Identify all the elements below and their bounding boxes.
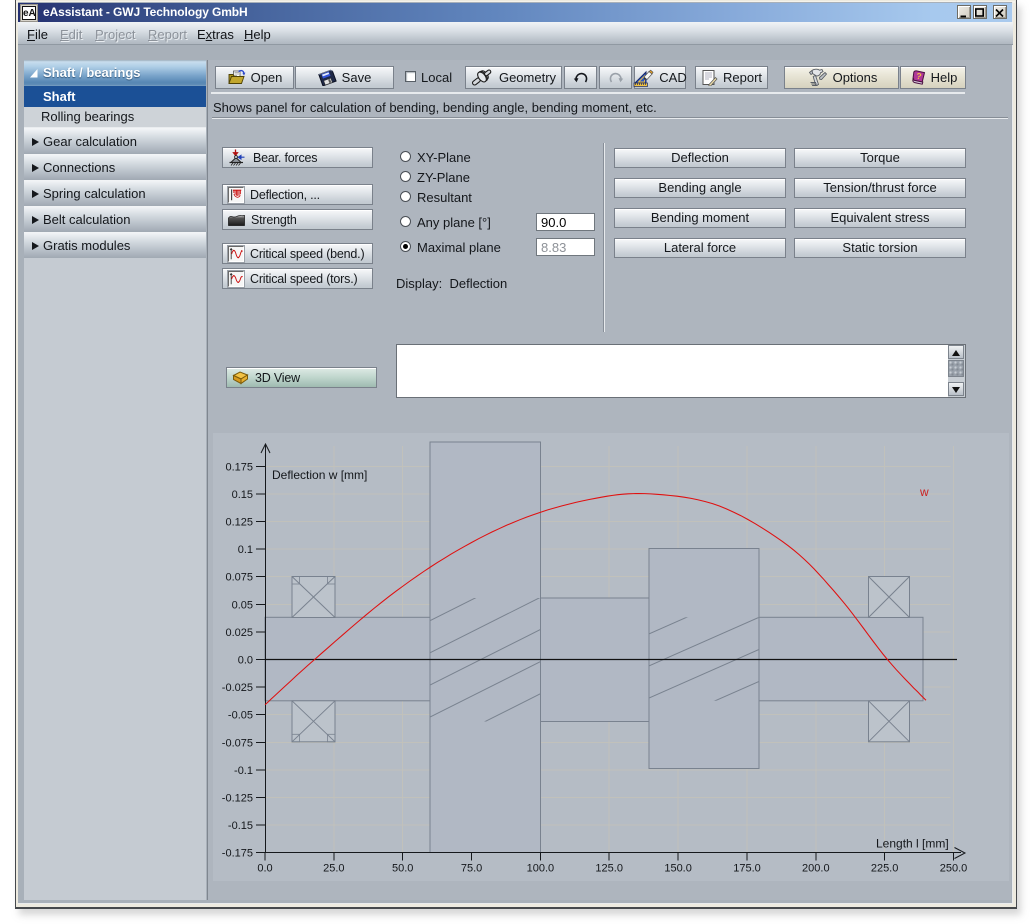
svg-text:225.0: 225.0 — [871, 863, 899, 875]
svg-text:0.075: 0.075 — [225, 572, 253, 584]
svg-text:-0.05: -0.05 — [228, 710, 253, 722]
svg-text:w: w — [919, 485, 929, 499]
svg-text:0.0: 0.0 — [238, 655, 253, 667]
svg-text:0.025: 0.025 — [225, 627, 253, 639]
svg-text:75.0: 75.0 — [461, 863, 482, 875]
svg-text:175.0: 175.0 — [733, 863, 761, 875]
svg-text:125.0: 125.0 — [595, 863, 623, 875]
svg-text:-0.075: -0.075 — [222, 737, 253, 749]
svg-text:-0.175: -0.175 — [222, 848, 253, 860]
svg-text:0.125: 0.125 — [225, 517, 253, 529]
svg-text:250.0: 250.0 — [940, 863, 968, 875]
svg-text:-0.025: -0.025 — [222, 682, 253, 694]
svg-text:0.0: 0.0 — [257, 863, 272, 875]
svg-text:200.0: 200.0 — [802, 863, 830, 875]
svg-text:100.0: 100.0 — [527, 863, 555, 875]
svg-text:0.175: 0.175 — [225, 461, 253, 473]
svg-text:25.0: 25.0 — [323, 863, 344, 875]
svg-text:Deflection w [mm]: Deflection w [mm] — [272, 468, 367, 482]
svg-text:0.1: 0.1 — [238, 544, 253, 556]
svg-text:-0.1: -0.1 — [234, 765, 253, 777]
svg-text:-0.15: -0.15 — [228, 820, 253, 832]
svg-text:Length l [mm]: Length l [mm] — [876, 837, 949, 851]
svg-text:0.15: 0.15 — [232, 489, 253, 501]
svg-text:-0.125: -0.125 — [222, 793, 253, 805]
svg-text:150.0: 150.0 — [664, 863, 692, 875]
svg-text:50.0: 50.0 — [392, 863, 413, 875]
svg-text:0.05: 0.05 — [232, 599, 253, 611]
